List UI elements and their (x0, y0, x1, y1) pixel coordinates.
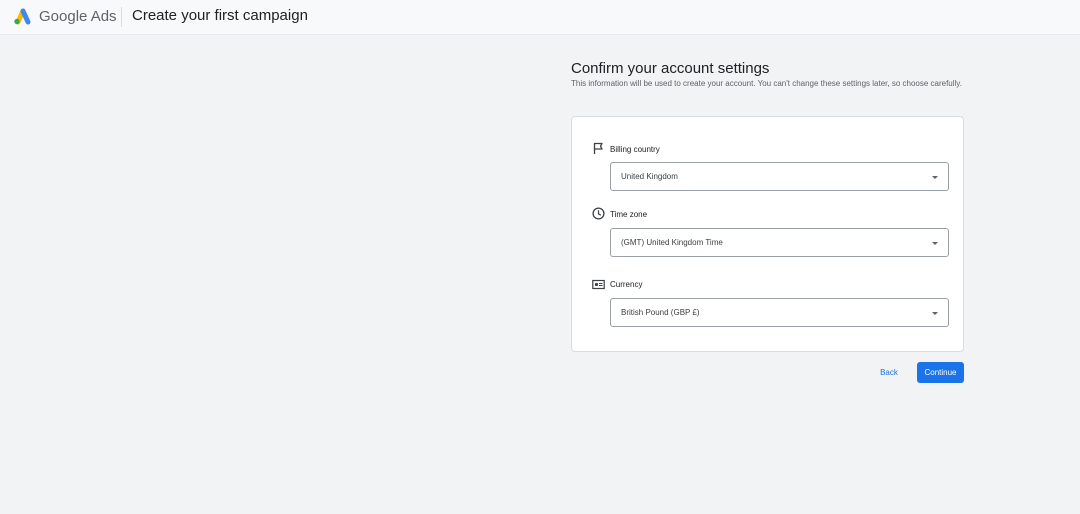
billing-country-value: United Kingdom (621, 172, 678, 181)
back-button[interactable]: Back (870, 362, 908, 383)
clock-icon (592, 207, 605, 220)
settings-heading: Confirm your account settings (571, 60, 770, 77)
time-zone-value: (GMT) United Kingdom Time (621, 238, 723, 247)
billing-country-select[interactable]: United Kingdom (610, 162, 949, 191)
currency-label: Currency (610, 280, 643, 289)
time-zone-select[interactable]: (GMT) United Kingdom Time (610, 228, 949, 257)
currency-icon (592, 279, 605, 290)
currency-select[interactable]: British Pound (GBP £) (610, 298, 949, 327)
currency-value: British Pound (GBP £) (621, 308, 700, 317)
page-title: Create your first campaign (132, 7, 308, 24)
chevron-down-icon (932, 176, 938, 179)
chevron-down-icon (932, 312, 938, 315)
time-zone-label: Time zone (610, 210, 648, 219)
chevron-down-icon (932, 242, 938, 245)
google-ads-logo-icon[interactable] (12, 7, 32, 25)
header-divider (121, 7, 122, 27)
billing-country-label: Billing country (610, 145, 660, 154)
brand-name: Google Ads (39, 8, 117, 25)
continue-button[interactable]: Continue (917, 362, 964, 383)
settings-description: This information will be used to create … (571, 79, 962, 88)
flag-icon (593, 142, 603, 154)
top-bar: Google Ads Create your first campaign (0, 0, 1080, 35)
